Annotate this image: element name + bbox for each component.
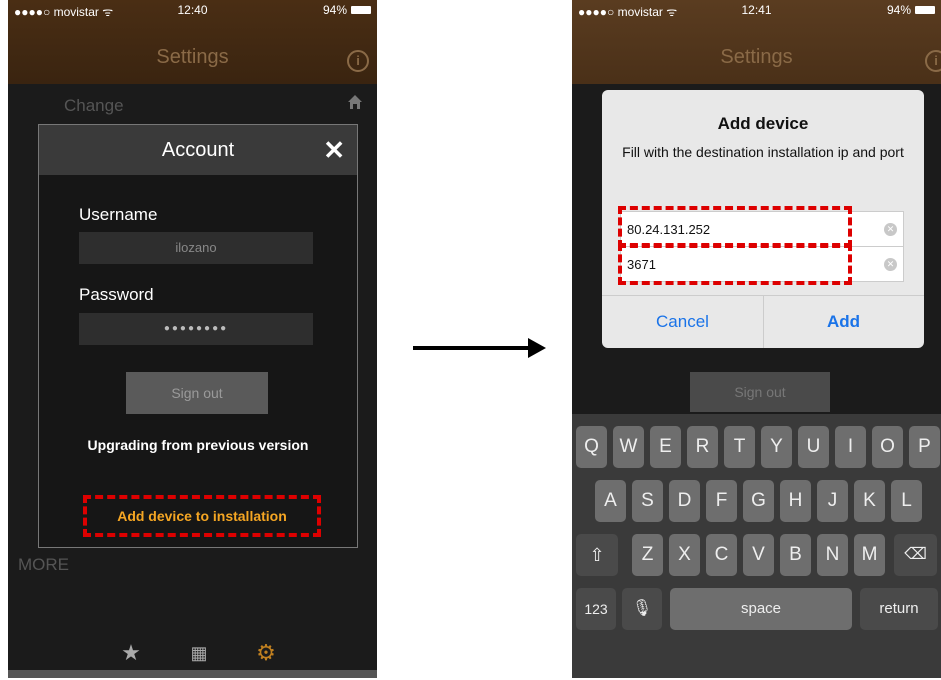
username-field[interactable]: ilozano (79, 232, 313, 264)
key-e[interactable]: E (650, 426, 681, 468)
key-j[interactable]: J (817, 480, 848, 522)
account-modal: Account ✕ Username ilozano Password ●●●●… (38, 124, 358, 548)
return-key[interactable]: return (860, 588, 938, 630)
nav-bar: ●●●●○ movistar ᯤ 12:40 94% Settings i (8, 0, 377, 84)
password-label: Password (79, 285, 154, 304)
change-label: Change (64, 96, 124, 115)
clock: 12:41 (741, 3, 772, 17)
nav-title: Settings (720, 46, 793, 68)
more-section-label: MORE (18, 555, 69, 574)
username-label: Username (79, 205, 158, 224)
clock: 12:40 (177, 3, 208, 17)
key-c[interactable]: C (706, 534, 737, 576)
key-b[interactable]: B (780, 534, 811, 576)
space-key[interactable]: space (670, 588, 852, 630)
key-p[interactable]: P (909, 426, 940, 468)
key-w[interactable]: W (613, 426, 644, 468)
key-h[interactable]: H (780, 480, 811, 522)
status-bar: ●●●●○ movistar ᯤ 12:41 94% (572, 0, 941, 20)
favorites-tab-star-icon[interactable]: ★ (120, 642, 142, 664)
password-field[interactable]: ●●●●●●●● (79, 313, 313, 345)
microphone-key-icon[interactable]: 🎙 (622, 588, 662, 630)
key-d[interactable]: D (669, 480, 700, 522)
battery-icon (351, 6, 371, 14)
key-g[interactable]: G (743, 480, 774, 522)
sign-out-button[interactable]: Sign out (126, 372, 268, 414)
dialog-message: Fill with the destination installation i… (622, 144, 904, 160)
grid-tab-icon[interactable]: ▦ (188, 642, 210, 664)
nav-bar: ●●●●○ movistar ᯤ 12:41 94% Settings i (572, 0, 941, 84)
key-i[interactable]: I (835, 426, 866, 468)
ip-highlight-box (618, 206, 852, 248)
add-device-link[interactable]: Add device to installation (83, 495, 321, 537)
arrow-right-icon (528, 338, 546, 358)
modal-title: Account (161, 139, 235, 161)
nav-title: Settings (156, 46, 229, 68)
battery-icon (915, 6, 935, 14)
battery-percent: 94% (886, 3, 911, 17)
key-n[interactable]: N (817, 534, 848, 576)
key-o[interactable]: O (872, 426, 903, 468)
key-q[interactable]: Q (576, 426, 607, 468)
status-bar: ●●●●○ movistar ᯤ 12:40 94% (8, 0, 377, 20)
home-icon (347, 94, 363, 110)
tab-bar: ★ ▦ ⚙ (8, 628, 377, 678)
bottom-strip (8, 670, 377, 678)
phone-screen-add-device: ●●●●○ movistar ᯤ 12:41 94% Settings i Si… (572, 0, 941, 678)
key-l[interactable]: L (891, 480, 922, 522)
battery-percent: 94% (322, 3, 347, 17)
port-highlight-box (618, 243, 852, 285)
key-r[interactable]: R (687, 426, 718, 468)
upgrade-link[interactable]: Upgrading from previous version (39, 437, 357, 453)
key-z[interactable]: Z (632, 534, 663, 576)
clear-icon[interactable]: ✕ (884, 223, 897, 236)
shift-key-icon[interactable]: ⇧ (576, 534, 618, 576)
key-k[interactable]: K (854, 480, 885, 522)
key-s[interactable]: S (632, 480, 663, 522)
key-a[interactable]: A (595, 480, 626, 522)
add-button[interactable]: Add (763, 296, 924, 348)
phone-screen-account: ●●●●○ movistar ᯤ 12:40 94% Settings i Ch… (8, 0, 377, 678)
key-y[interactable]: Y (761, 426, 792, 468)
key-x[interactable]: X (669, 534, 700, 576)
info-icon[interactable]: i (925, 50, 941, 72)
backspace-key-icon[interactable]: ⌫ (894, 534, 937, 576)
add-device-dialog: Add device Fill with the destination ins… (602, 90, 924, 348)
close-icon[interactable]: ✕ (323, 125, 345, 175)
modal-header: Account ✕ (39, 125, 357, 175)
arrow-line (413, 346, 533, 350)
keyboard: Q W E R T Y U I O P A S D F G H J K L ⇧ … (572, 414, 941, 678)
key-f[interactable]: F (706, 480, 737, 522)
numbers-key[interactable]: 123 (576, 588, 616, 630)
settings-tab-gear-icon[interactable]: ⚙ (255, 642, 277, 664)
dialog-buttons: Cancel Add (602, 295, 924, 348)
clear-icon[interactable]: ✕ (884, 258, 897, 271)
key-v[interactable]: V (743, 534, 774, 576)
info-icon[interactable]: i (347, 50, 369, 72)
key-u[interactable]: U (798, 426, 829, 468)
key-m[interactable]: M (854, 534, 885, 576)
dialog-title: Add device (717, 114, 809, 133)
cancel-button[interactable]: Cancel (602, 296, 764, 348)
sign-out-button[interactable]: Sign out (690, 372, 830, 412)
key-t[interactable]: T (724, 426, 755, 468)
